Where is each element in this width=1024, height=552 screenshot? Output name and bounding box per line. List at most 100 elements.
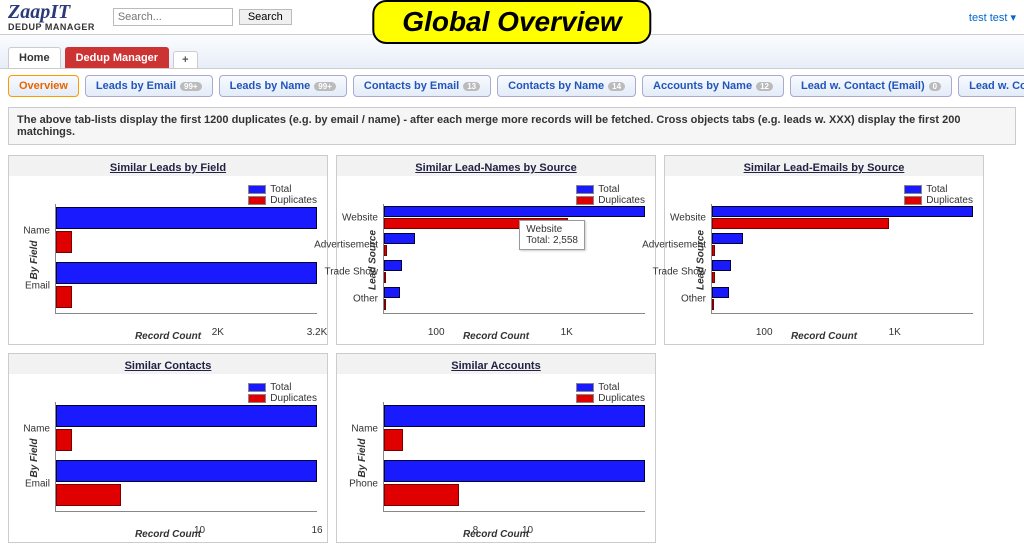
x-axis-label: Record Count [337,331,655,342]
sub-tab-4[interactable]: Contacts by Name14 [497,75,636,97]
bar-duplicates[interactable] [56,484,121,506]
category-label: Phone [349,478,384,489]
bars-area: NameEmail2K3.2K [55,204,317,314]
bar-total[interactable] [384,460,645,482]
sub-tab-label: Accounts by Name [653,80,752,92]
bar-duplicates[interactable] [384,245,387,256]
x-tick: 2K [212,327,224,338]
chart-card-leads_field: Similar Leads by FieldTotalDuplicatesBy … [8,155,328,345]
sub-tab-label: Overview [19,80,68,92]
bar-row: Email [56,457,317,512]
bar-row: Website [384,204,645,231]
category-label: Trade Show [652,267,712,278]
sub-tab-1[interactable]: Leads by Email99+ [85,75,213,97]
x-tick: 100 [428,327,445,338]
bar-row: Advertisement [712,231,973,258]
bar-total[interactable] [712,233,743,244]
bars-area: NameEmail1016 [55,402,317,512]
sub-tab-badge: 99+ [180,82,202,91]
page-banner: Global Overview [372,0,651,44]
bar-duplicates[interactable] [56,429,72,451]
chart-title[interactable]: Similar Contacts [9,354,327,374]
chart-card-lead_names: Similar Lead-Names by SourceTotalDuplica… [336,155,656,345]
bar-total[interactable] [56,460,317,482]
sub-tab-0[interactable]: Overview [8,75,79,97]
bar-duplicates[interactable] [384,484,459,506]
bar-row: Website [712,204,973,231]
bar-total[interactable] [384,233,415,244]
sub-tab-label: Lead w. Contact (Name) [969,80,1024,92]
x-axis-label: Record Count [9,529,327,540]
bar-duplicates[interactable] [56,286,72,308]
legend-row-total: Total [576,184,645,195]
x-tick: 1K [561,327,573,338]
y-axis-label: By Field [29,241,40,280]
chart-card-lead_emails: Similar Lead-Emails by SourceTotalDuplic… [664,155,984,345]
bar-duplicates[interactable] [56,231,72,253]
bar-duplicates[interactable] [384,299,386,310]
search-button[interactable]: Search [239,9,292,25]
info-text: The above tab-lists display the first 12… [8,107,1016,145]
bar-row: Trade Show [384,259,645,286]
category-label: Name [351,424,384,435]
category-label: Email [25,280,56,291]
category-label: Advertisement [642,239,712,250]
sub-tab-2[interactable]: Leads by Name99+ [219,75,347,97]
bar-total[interactable] [384,287,400,298]
sub-tab-6[interactable]: Lead w. Contact (Email)0 [790,75,952,97]
swatch-total [576,383,594,392]
chart-body: TotalDuplicatesLead SourceRecord CountWe… [337,176,655,344]
category-label: Website [670,212,712,223]
search-input[interactable] [113,8,233,26]
bar-total[interactable] [384,260,402,271]
bar-total[interactable] [384,405,645,427]
swatch-total [904,185,922,194]
legend-label-total: Total [598,382,619,393]
bar-duplicates[interactable] [712,299,714,310]
nav-tab-add[interactable]: + [173,51,197,68]
chart-body: TotalDuplicatesBy FieldRecord CountNameE… [9,374,327,542]
bar-total[interactable] [712,287,729,298]
bar-duplicates[interactable] [712,245,715,256]
legend-label-total: Total [270,382,291,393]
bar-total[interactable] [56,405,317,427]
chart-body: TotalDuplicatesBy FieldRecord CountNameP… [337,374,655,542]
chart-card-accounts: Similar AccountsTotalDuplicatesBy FieldR… [336,353,656,543]
chart-title[interactable]: Similar Lead-Emails by Source [665,156,983,176]
x-tick: 100 [756,327,773,338]
category-label: Name [23,226,56,237]
y-axis-label: By Field [29,439,40,478]
bar-duplicates[interactable] [712,218,889,229]
bar-duplicates[interactable] [384,272,386,283]
swatch-total [248,383,266,392]
bar-total[interactable] [56,207,317,229]
bar-duplicates[interactable] [384,429,403,451]
sub-tab-3[interactable]: Contacts by Email13 [353,75,491,97]
swatch-total [576,185,594,194]
chart-title[interactable]: Similar Lead-Names by Source [337,156,655,176]
category-label: Email [25,478,56,489]
sub-tab-7[interactable]: Lead w. Contact (Name)0 [958,75,1024,97]
nav-tab-dedup[interactable]: Dedup Manager [65,47,170,68]
bar-total[interactable] [712,206,973,217]
bar-total[interactable] [384,206,645,217]
user-menu[interactable]: test test ▾ [969,11,1016,24]
chart-title[interactable]: Similar Accounts [337,354,655,374]
sub-tab-label: Lead w. Contact (Email) [801,80,925,92]
legend-label-total: Total [598,184,619,195]
category-label: Name [23,424,56,435]
x-tick: 10 [522,525,533,536]
sub-tab-5[interactable]: Accounts by Name12 [642,75,784,97]
bar-duplicates[interactable] [712,272,715,283]
bar-row: Name [56,402,317,457]
bar-row: Other [712,286,973,313]
chart-title[interactable]: Similar Leads by Field [9,156,327,176]
logo-text: ZaapIT [8,2,95,22]
bar-total[interactable] [712,260,731,271]
x-tick: 16 [311,525,322,536]
bar-total[interactable] [56,262,317,284]
nav-tab-home[interactable]: Home [8,47,61,68]
sub-tab-badge: 99+ [314,82,336,91]
chart-legend: TotalDuplicates [576,382,645,404]
x-axis-label: Record Count [337,529,655,540]
